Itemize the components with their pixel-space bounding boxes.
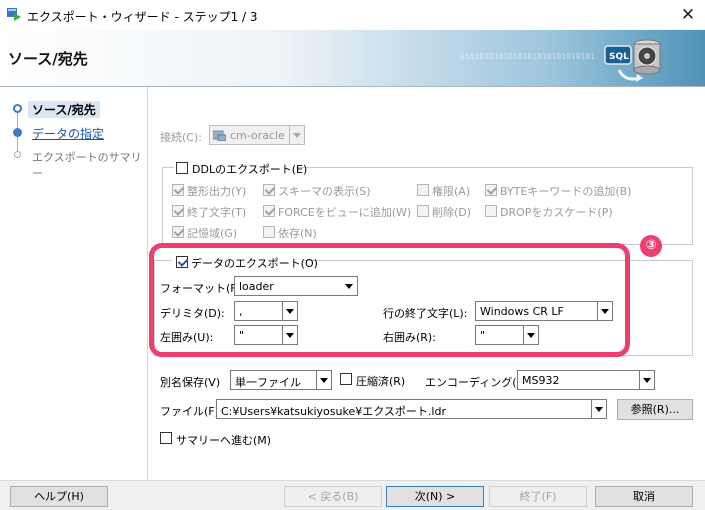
step-badge: ③ — [640, 235, 662, 257]
connection-label: 接続(C): — [160, 131, 202, 144]
connection-value: cm-oracle — [230, 129, 285, 142]
chevron-down-icon[interactable] — [639, 371, 654, 389]
connection-select[interactable]: cm-oracle — [209, 125, 305, 145]
step-dot-icon — [13, 128, 22, 137]
next-button[interactable]: 次(N) > — [386, 486, 484, 507]
svg-text:SQL: SQL — [609, 52, 629, 62]
title-bar: エクスポート・ウィザード - ステップ1 / 3 ✕ — [0, 0, 705, 30]
file-path-value: C:¥Users¥katsukiyosuke¥エクスポート.ldr — [221, 405, 446, 418]
finish-button[interactable]: 終了(F) — [489, 486, 587, 507]
file-path-input[interactable]: C:¥Users¥katsukiyosuke¥エクスポート.ldr — [216, 399, 607, 419]
binary-decoration: 0101010101010101010101010101 — [460, 52, 595, 61]
option-grants-label: 権限(A) — [432, 185, 471, 198]
file-label: ファイル(F): — [160, 405, 223, 418]
option-force-view-label: FORCEをビューに追加(W) — [278, 206, 412, 219]
chevron-down-icon[interactable] — [289, 126, 304, 144]
close-icon[interactable]: ✕ — [677, 4, 699, 26]
go-to-summary-checkbox[interactable] — [160, 432, 172, 444]
chevron-down-icon[interactable] — [591, 400, 606, 418]
window-title: エクスポート・ウィザード - ステップ1 / 3 — [27, 10, 258, 24]
go-to-summary-label: サマリーへ進む(M) — [176, 434, 272, 447]
option-dependents-checkbox[interactable] — [263, 226, 275, 238]
option-dependents-label: 依存(N) — [278, 227, 317, 240]
option-force-view-checkbox[interactable] — [263, 205, 275, 217]
page-title: ソース/宛先 — [8, 50, 88, 68]
highlight-callout — [149, 243, 630, 357]
back-button[interactable]: < 戻る(B) — [284, 486, 382, 507]
option-storage-label: 記憶域(G) — [187, 227, 238, 240]
encoding-label: エンコーディング(I): — [425, 376, 528, 389]
option-byte-keyword-checkbox[interactable] — [485, 184, 497, 196]
step-source-destination[interactable]: ソース/宛先 — [28, 101, 100, 118]
ddl-export-label: DDLのエクスポート(E) — [192, 163, 308, 176]
option-terminator-label: 終了文字(T) — [187, 206, 247, 219]
save-as-label: 別名保存(V) — [160, 376, 221, 389]
ddl-export-checkbox[interactable] — [176, 162, 188, 174]
option-byte-keyword-label: BYTEキーワードの追加(B) — [500, 185, 632, 198]
option-cascade-drop-label: DROPをカスケード(P) — [500, 206, 613, 219]
compress-label: 圧縮済(R) — [356, 375, 406, 388]
compress-checkbox[interactable] — [340, 373, 352, 385]
wizard-steps-panel: ソース/宛先 データの指定 エクスポートのサマリー — [0, 87, 148, 480]
option-cascade-drop-checkbox[interactable] — [485, 205, 497, 217]
option-show-schema-checkbox[interactable] — [263, 184, 275, 196]
cancel-button[interactable]: 取消 — [595, 486, 693, 507]
database-icon — [213, 130, 226, 141]
help-button[interactable]: ヘルプ(H) — [10, 486, 108, 507]
option-pretty-print-checkbox[interactable] — [172, 184, 184, 196]
browse-button[interactable]: 参照(R)... — [617, 399, 693, 420]
chevron-down-icon[interactable] — [316, 371, 331, 389]
option-terminator-checkbox[interactable] — [172, 205, 184, 217]
save-as-value: 単一ファイル — [235, 376, 301, 389]
app-icon — [7, 8, 21, 21]
option-drop-label: 削除(D) — [432, 206, 472, 219]
step-export-summary: エクスポートのサマリー — [32, 151, 142, 180]
option-drop-checkbox[interactable] — [417, 205, 429, 217]
encoding-select[interactable]: MS932 — [517, 370, 655, 390]
step-specify-data[interactable]: データの指定 — [32, 125, 104, 142]
wizard-header: ソース/宛先 0101010101010101010101010101 SQL — [0, 30, 705, 87]
step-current-icon — [13, 104, 22, 113]
option-storage-checkbox[interactable] — [172, 226, 184, 238]
option-show-schema-label: スキーマの表示(S) — [278, 185, 371, 198]
option-pretty-print-label: 整形出力(Y) — [187, 185, 247, 198]
option-grants-checkbox[interactable] — [417, 184, 429, 196]
step-pending-icon — [14, 151, 21, 158]
save-as-select[interactable]: 単一ファイル — [230, 370, 332, 390]
sql-database-icon: SQL — [604, 39, 661, 82]
encoding-value: MS932 — [522, 374, 560, 387]
